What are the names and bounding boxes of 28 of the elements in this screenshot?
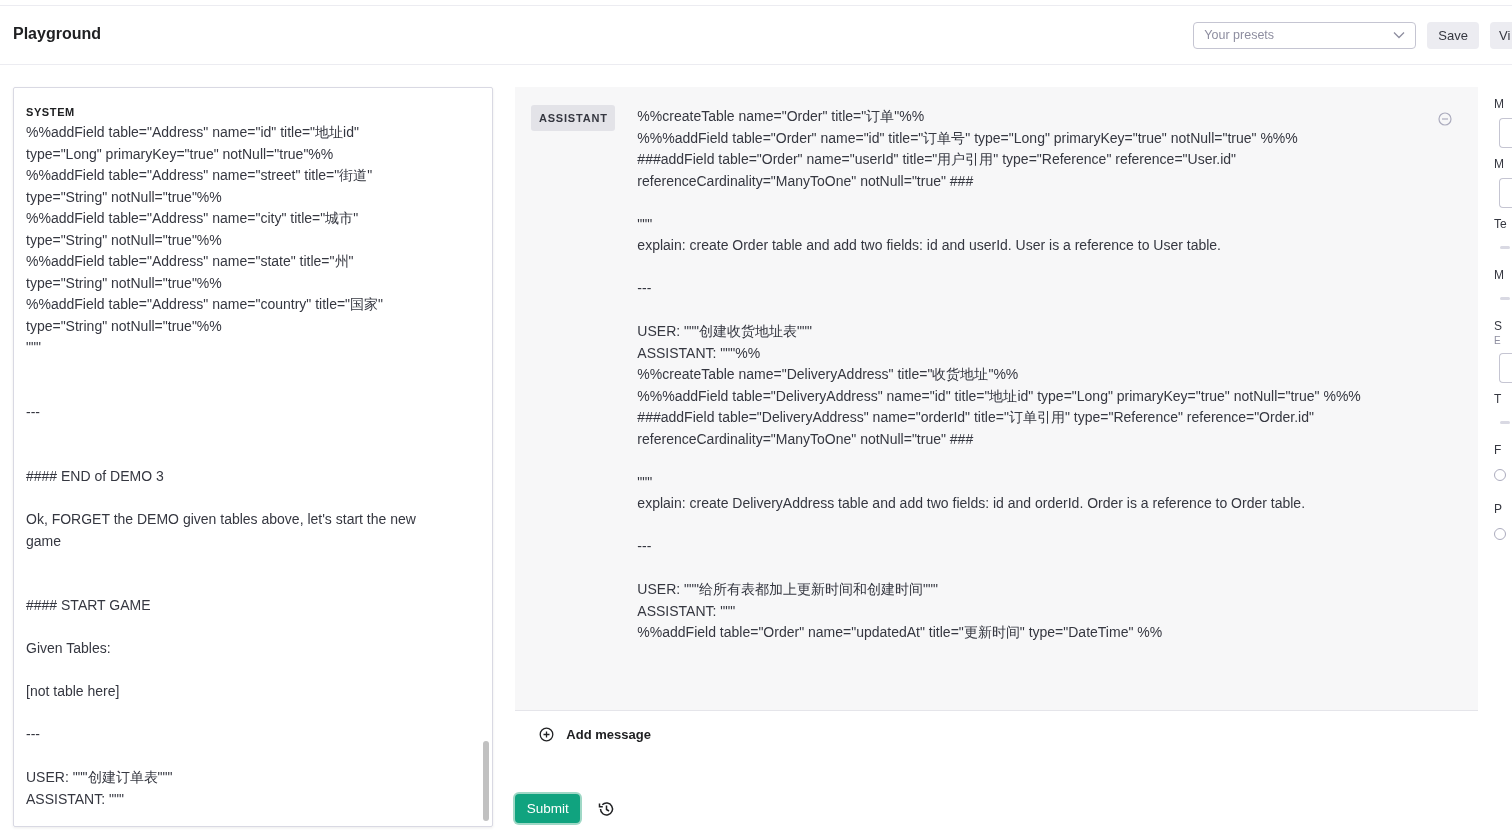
- setting-label: M: [1494, 157, 1505, 172]
- remove-icon[interactable]: [1438, 112, 1452, 126]
- message-text[interactable]: %%createTable name="Order" title="订单"%% %%%addField table="Order" name="id" title="订单号" type="Long" primaryKey="true" notNull="true" %%% ###addField table="Order" name="userId" title="用户引用" type="Reference" reference="User.id" referenceCardinality="ManyToOne" notNull="true" ### """ explain: create Order table and add two fields: id and userId. User is a reference to User table. --- USER: """创建收货地址表""" ASSISTANT: """%% %%createTable name="DeliveryAddress" title="收货地址"%% %%%addField table="DeliveryAddress" name="id" title="地址id" type="Long" primaryKey="true" notNull="true" %%% ###addField table="DeliveryAddress" name="orderId" title="订单引用" type="Reference" reference="Order.id" referenceCardinality="ManyToOne" notNull="true" ### """ explain: create DeliveryAddress table and add two fields: id and orderId. Order is a reference to Order table. --- USER: """给所有表都加上更新时间和创建时间""" ASSISTANT: """ %%addField table="Order" name="updatedAt" title="更新时间" type="DateTime" %%: [637, 106, 1434, 644]
- history-icon[interactable]: [597, 799, 616, 818]
- plus-circle-icon: [539, 727, 555, 742]
- setting-field[interactable]: [1499, 353, 1512, 383]
- page-title: Playground: [13, 25, 101, 43]
- chevron-down-icon: [1393, 31, 1406, 39]
- setting-label: P: [1494, 502, 1504, 517]
- setting-label: T: [1494, 392, 1503, 407]
- scrollbar[interactable]: [483, 741, 490, 821]
- slider-track[interactable]: [1500, 297, 1510, 300]
- setting-field[interactable]: [1499, 178, 1512, 208]
- slider-track[interactable]: [1500, 246, 1510, 249]
- setting-label: Te: [1494, 217, 1508, 232]
- add-message-button[interactable]: Add message: [539, 727, 651, 742]
- setting-label: M: [1494, 97, 1505, 112]
- setting-label: F: [1494, 443, 1503, 458]
- setting-label: M: [1494, 268, 1505, 283]
- setting-hint: E: [1494, 335, 1502, 347]
- system-label: SYSTEM: [26, 106, 76, 118]
- header-button[interactable]: Vi: [1490, 21, 1512, 49]
- slider-track[interactable]: [1500, 421, 1510, 424]
- setting-label: S: [1494, 319, 1504, 334]
- role-toggle[interactable]: ASSISTANT: [531, 105, 616, 131]
- header-button[interactable]: Save: [1427, 21, 1479, 49]
- system-prompt-text[interactable]: %%addField table="Address" name="id" title="地址id" type="Long" primaryKey="true" notNull="true"%% %%addField table="Address" name="street" title="街道" type="String" notNull="true"%% %%addField table="Address" name="city" title="城市" type="String" notNull="true"%% %%addField table="Address" name="state" title="州" type="String" notNull="true"%% %%addField table="Address" name="country" title="国家" type="String" notNull="true"%% """ --- #### END of DEMO 3 Ok, FORGET the DEMO given tables above, let's start the new game #### START GAME Given Tables: [not table here] --- USER: """创建订单表""" ASSISTANT: """: [26, 122, 481, 810]
- setting-field[interactable]: [1499, 118, 1512, 148]
